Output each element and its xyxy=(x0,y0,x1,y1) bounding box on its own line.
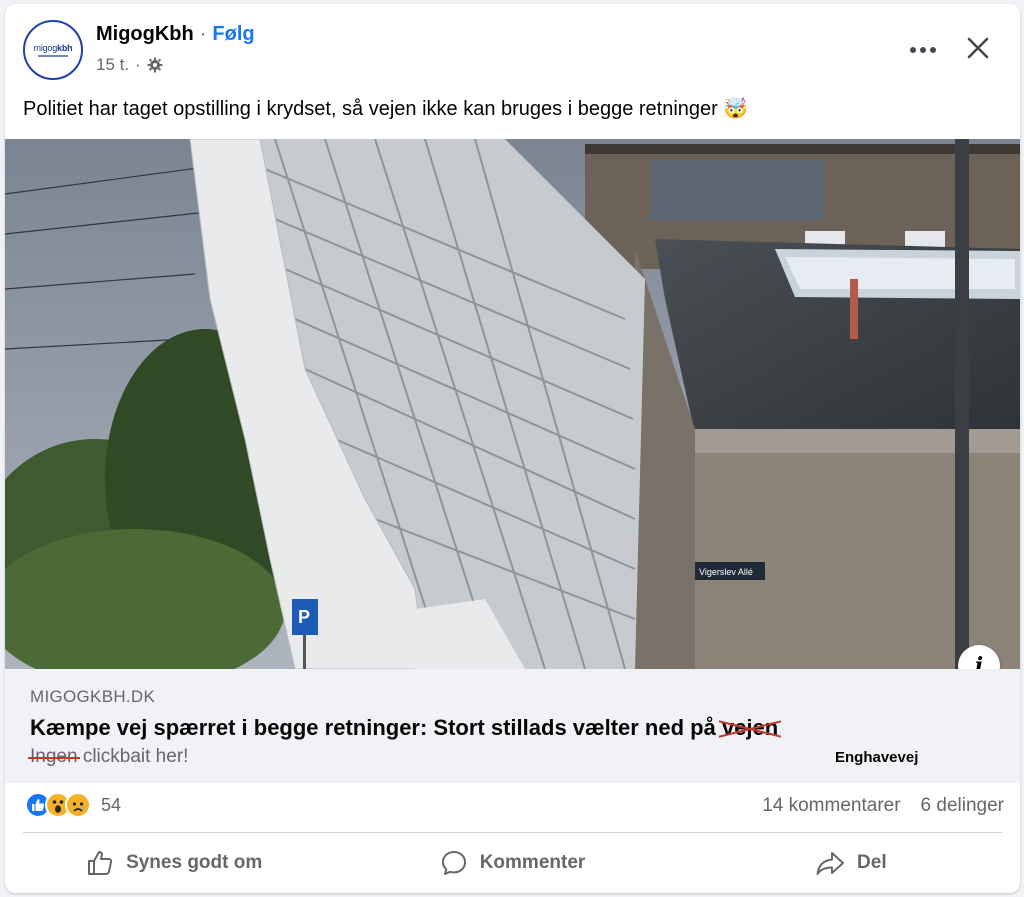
thumbs-up-icon xyxy=(88,851,113,875)
page-name[interactable]: MigogKbh xyxy=(96,23,194,46)
share-label: Del xyxy=(857,852,887,873)
action-bar: Synes godt om Kommenter Del xyxy=(5,836,1020,890)
avatar-logo-bold: kbh xyxy=(57,43,73,53)
more-icon[interactable] xyxy=(905,32,941,68)
link-subline: Ingen clickbait her! xyxy=(28,746,189,768)
avatar-logo-light: migog xyxy=(33,43,58,53)
separator-dot: · xyxy=(199,23,207,45)
close-icon[interactable] xyxy=(960,30,996,66)
mind-blown-emoji: 🤯 xyxy=(723,98,749,120)
separator-dot: · xyxy=(135,55,141,74)
gear-icon[interactable] xyxy=(147,57,163,73)
link-domain: MIGOGKBH.DK xyxy=(30,687,156,706)
shares-count[interactable]: 6 delinger xyxy=(921,795,1004,817)
follow-button[interactable]: Følg xyxy=(212,23,254,46)
post-card: migogkbh MigogKbh · Følg 15 t. · Politie… xyxy=(5,4,1020,893)
post-photo[interactable]: Vigerslev Allé P xyxy=(5,139,1020,669)
sad-reaction-icon xyxy=(65,792,91,818)
share-icon xyxy=(816,852,845,875)
reaction-count: 54 xyxy=(101,794,122,815)
post-text: Politiet har taget opstilling i krydset,… xyxy=(23,96,748,121)
reactions-summary[interactable]: 54 xyxy=(25,792,121,818)
subline-text: clickbait her! xyxy=(77,746,189,767)
avatar-underline xyxy=(38,55,68,57)
headline-struck-word: vejen xyxy=(718,715,782,741)
scaffold-scene: Vigerslev Allé P xyxy=(5,139,1020,669)
link-preview[interactable]: MIGOGKBH.DK Kæmpe vej spærret i begge re… xyxy=(5,669,1020,783)
replacement-word: Enghavevej xyxy=(835,749,919,766)
like-button[interactable]: Synes godt om xyxy=(5,836,343,890)
parking-sign-text: P xyxy=(298,607,310,627)
street-sign-text: Vigerslev Allé xyxy=(699,567,753,577)
page-avatar[interactable]: migogkbh xyxy=(23,20,83,80)
struck-word: Ingen xyxy=(28,746,80,767)
post-text-body: Politiet har taget opstilling i krydset,… xyxy=(23,98,718,120)
comment-icon xyxy=(441,851,466,875)
name-row: MigogKbh · Følg xyxy=(96,23,255,46)
link-headline: Kæmpe vej spærret i begge retninger: Sto… xyxy=(30,715,782,741)
like-label: Synes godt om xyxy=(126,852,263,873)
comments-count[interactable]: 14 kommentarer xyxy=(762,795,900,817)
avatar-logo: migogkbh xyxy=(34,43,73,53)
headline-text: Kæmpe vej spærret i begge retninger: Sto… xyxy=(30,715,722,740)
post-time[interactable]: 15 t. xyxy=(96,55,129,75)
share-button[interactable]: Del xyxy=(682,836,1020,890)
post-meta: 15 t. · xyxy=(96,55,163,75)
engagement-counts: 14 kommentarer 6 delinger xyxy=(762,795,1004,817)
post-header: migogkbh MigogKbh · Følg 15 t. · xyxy=(5,4,1020,90)
divider xyxy=(23,832,1002,833)
comment-button[interactable]: Kommenter xyxy=(343,836,681,890)
comment-label: Kommenter xyxy=(479,852,586,873)
